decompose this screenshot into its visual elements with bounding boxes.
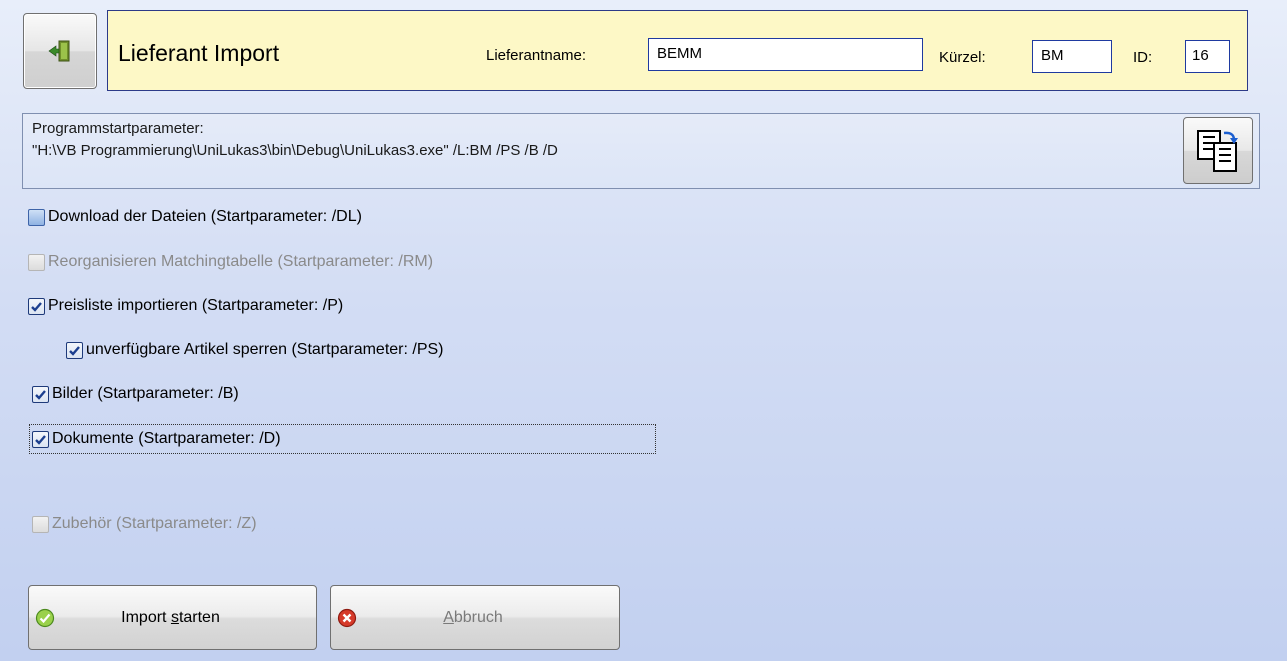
option-lock-unavailable-row[interactable]: unverfügbare Artikel sperren (Startparam… (66, 341, 444, 359)
parameter-command: "H:\VB Programmierung\UniLukas3\bin\Debu… (32, 142, 558, 159)
option-images-checkbox[interactable] (32, 385, 49, 403)
id-label: ID: (1133, 49, 1153, 66)
cancel-button[interactable]: Abbruch (330, 585, 620, 650)
option-pricelist-row[interactable]: Preisliste importieren (Startparameter: … (28, 297, 343, 315)
copy-parameters-button[interactable] (1183, 117, 1253, 184)
supplier-name-field[interactable]: BEMM (648, 38, 923, 71)
start-import-button[interactable]: Import starten (28, 585, 317, 650)
option-images-row[interactable]: Bilder (Startparameter: /B) (32, 385, 239, 403)
option-accessories-checkbox (32, 515, 49, 533)
cancel-x-icon (337, 608, 357, 627)
option-images-label: Bilder (Startparameter: /B) (52, 385, 239, 402)
short-label: Kürzel: (939, 49, 986, 66)
supplier-name-label: Lieferantname: (486, 47, 587, 64)
exit-button[interactable] (23, 13, 97, 89)
cancel-label: Abbruch (443, 608, 503, 626)
check-mark-icon (35, 389, 46, 400)
check-mark-icon (69, 345, 80, 356)
copy-document-icon (1197, 129, 1238, 172)
check-ok-icon (35, 608, 55, 627)
check-mark-icon (35, 434, 46, 445)
check-mark-icon (31, 301, 42, 312)
option-accessories-row: Zubehör (Startparameter: /Z) (32, 515, 257, 533)
parameter-label: Programmstartparameter: (32, 120, 204, 137)
start-import-label: Import starten (121, 608, 220, 626)
option-reorganize-label: Reorganisieren Matchingtabelle (Startpar… (48, 253, 434, 270)
option-lock-unavailable-label: unverfügbare Artikel sperren (Startparam… (86, 341, 444, 358)
option-download-row[interactable]: Download der Dateien (Startparameter: /D… (28, 208, 362, 226)
short-field[interactable]: BM (1032, 40, 1112, 73)
option-documents-label: Dokumente (Startparameter: /D) (52, 430, 281, 447)
option-pricelist-checkbox[interactable] (28, 297, 45, 315)
page-title: Lieferant Import (118, 40, 280, 66)
id-field[interactable]: 16 (1185, 40, 1230, 73)
option-accessories-label: Zubehör (Startparameter: /Z) (52, 515, 257, 532)
option-documents-checkbox[interactable] (32, 430, 49, 448)
option-documents-row[interactable]: Dokumente (Startparameter: /D) (29, 424, 656, 454)
option-reorganize-row: Reorganisieren Matchingtabelle (Startpar… (28, 253, 433, 271)
option-reorganize-checkbox (28, 253, 45, 271)
option-download-checkbox[interactable] (28, 208, 45, 226)
option-download-label: Download der Dateien (Startparameter: /D… (48, 208, 362, 225)
option-lock-unavailable-checkbox[interactable] (66, 341, 83, 359)
exit-door-icon (48, 40, 70, 62)
option-pricelist-label: Preisliste importieren (Startparameter: … (48, 297, 344, 314)
